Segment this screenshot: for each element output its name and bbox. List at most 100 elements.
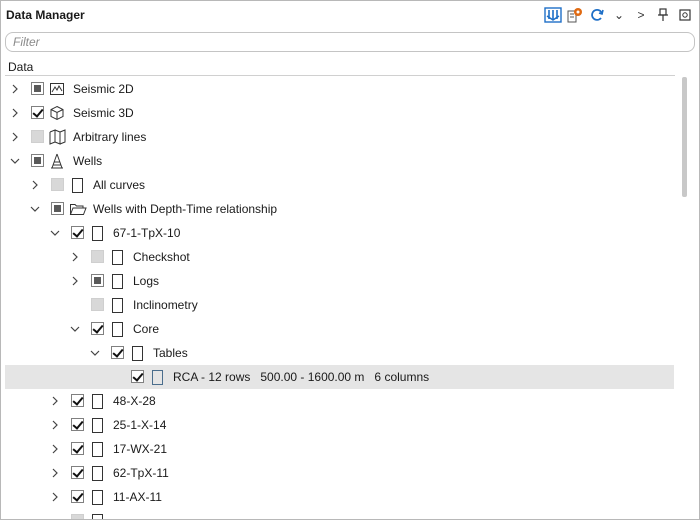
refresh-icon[interactable]	[587, 6, 607, 24]
tree-item-label: 17-WX-21	[113, 442, 168, 456]
tree-row[interactable]: All curves	[1, 173, 676, 197]
expand-chevron-icon[interactable]	[47, 417, 63, 433]
tree-checkbox[interactable]	[71, 394, 84, 407]
tree-row[interactable]: 62-TpX-11	[1, 461, 676, 485]
tree-checkbox[interactable]	[71, 442, 84, 455]
column-header-label: Data	[8, 60, 34, 74]
tree-row[interactable]: RCA - 12 rows 500.00 - 1600.00 m 6 colum…	[5, 365, 674, 389]
column-header[interactable]: Data	[5, 59, 675, 76]
tree-checkbox[interactable]	[31, 82, 44, 95]
table-document-icon	[149, 369, 165, 385]
document-icon	[89, 465, 105, 481]
tree-checkbox[interactable]	[71, 490, 84, 503]
tree-row[interactable]: Arbitrary lines	[1, 125, 676, 149]
arbitrary-lines-icon	[49, 129, 66, 145]
tree-row[interactable]: Inclinometry	[1, 293, 676, 317]
collapse-chevron-icon[interactable]	[7, 153, 23, 169]
tree-row[interactable]: 48-X-28	[1, 389, 676, 413]
folder-open-icon	[69, 201, 87, 217]
tree-row[interactable]: 67-1-TpX-10	[1, 221, 676, 245]
tree-item-label: 11-AX-11	[113, 490, 162, 504]
settings-gear-icon[interactable]	[565, 6, 585, 24]
tree-row[interactable]: 25-1-X-14	[1, 413, 676, 437]
document-icon	[129, 345, 145, 361]
document-icon	[109, 297, 125, 313]
maximize-icon[interactable]	[675, 6, 695, 24]
well-import-icon[interactable]	[543, 6, 563, 24]
expand-chevron-icon[interactable]	[47, 489, 63, 505]
collapse-chevron-icon[interactable]	[27, 201, 43, 217]
window-title: Data Manager	[6, 8, 85, 22]
tree-row[interactable]: Checkshot	[1, 245, 676, 269]
tree-item-label: Tables	[153, 346, 188, 360]
document-icon	[89, 225, 105, 241]
document-icon	[89, 513, 105, 519]
tree-row[interactable]: 11-AX-11	[1, 485, 676, 509]
filter-box	[5, 32, 695, 52]
tree-item-label: All curves	[93, 178, 146, 192]
collapse-chevron-icon[interactable]	[87, 345, 103, 361]
seismic-3d-cube-icon	[49, 105, 65, 121]
expand-chevron-icon[interactable]	[47, 393, 63, 409]
data-manager-window: Data Manager ⌄ > Data Seismic 2DSe	[0, 0, 700, 520]
data-tree: Seismic 2D Seismic 3D Arbitrary lines Wells…	[1, 77, 676, 519]
toolbar: ⌄ >	[541, 6, 695, 24]
tree-row[interactable]	[1, 509, 676, 519]
tree-item-label: 48-X-28	[113, 394, 156, 408]
collapse-chevron-icon[interactable]	[67, 321, 83, 337]
tree-checkbox[interactable]	[31, 154, 44, 167]
title-bar: Data Manager ⌄ >	[1, 1, 699, 29]
expand-chevron-icon[interactable]	[27, 177, 43, 193]
tree-checkbox[interactable]	[51, 178, 64, 191]
tree-row[interactable]: 17-WX-21	[1, 437, 676, 461]
tree-item-label: Wells with Depth-Time relationship	[93, 202, 278, 216]
document-icon	[109, 249, 125, 265]
tree-item-label: Arbitrary lines	[73, 130, 147, 144]
tree-item-label: 62-TpX-11	[113, 466, 169, 480]
tree-item-label: RCA - 12 rows 500.00 - 1600.00 m 6 colum…	[173, 370, 430, 384]
tree-item-label: 25-1-X-14	[113, 418, 167, 432]
expand-chevron-icon[interactable]	[7, 105, 23, 121]
tree-item-label: Inclinometry	[133, 298, 198, 312]
expand-chevron-icon[interactable]	[47, 465, 63, 481]
chevron-down-icon[interactable]: ⌄	[609, 6, 629, 24]
tree-checkbox[interactable]	[31, 130, 44, 143]
document-icon	[89, 417, 105, 433]
tree-checkbox[interactable]	[131, 370, 144, 383]
expand-chevron-icon[interactable]	[7, 81, 23, 97]
tree-item-label: 67-1-TpX-10	[113, 226, 181, 240]
collapse-chevron-icon[interactable]	[47, 225, 63, 241]
expand-chevron-icon[interactable]	[67, 273, 83, 289]
expand-chevron-icon[interactable]	[7, 129, 23, 145]
expand-chevron-icon[interactable]	[47, 441, 63, 457]
tree-row[interactable]: Wells with Depth-Time relationship	[1, 197, 676, 221]
tree-checkbox[interactable]	[71, 514, 84, 519]
document-icon	[89, 489, 105, 505]
chevron-right-icon[interactable]: >	[631, 6, 651, 24]
tree-checkbox[interactable]	[51, 202, 64, 215]
seismic-2d-icon	[49, 81, 65, 97]
tree-checkbox[interactable]	[71, 466, 84, 479]
tree-checkbox[interactable]	[31, 106, 44, 119]
tree-row[interactable]: Logs	[1, 269, 676, 293]
vertical-scrollbar[interactable]	[682, 77, 687, 197]
filter-input[interactable]	[6, 33, 673, 51]
tree-checkbox[interactable]	[111, 346, 124, 359]
expand-chevron-icon[interactable]	[67, 249, 83, 265]
tree-item-label: Seismic 2D	[73, 82, 134, 96]
tree-row[interactable]: Wells	[1, 149, 676, 173]
tree-row[interactable]: Core	[1, 317, 676, 341]
tree-checkbox[interactable]	[91, 274, 104, 287]
tree-checkbox[interactable]	[91, 322, 104, 335]
tree-checkbox[interactable]	[71, 418, 84, 431]
pin-icon[interactable]	[653, 6, 673, 24]
tree-checkbox[interactable]	[91, 298, 104, 311]
tree-checkbox[interactable]	[71, 226, 84, 239]
tree-row[interactable]: Seismic 2D	[1, 77, 676, 101]
tree-checkbox[interactable]	[91, 250, 104, 263]
tree-row[interactable]: Tables	[1, 341, 676, 365]
document-icon	[89, 393, 105, 409]
document-icon	[89, 441, 105, 457]
tree-item-label: Wells	[73, 154, 103, 168]
tree-row[interactable]: Seismic 3D	[1, 101, 676, 125]
